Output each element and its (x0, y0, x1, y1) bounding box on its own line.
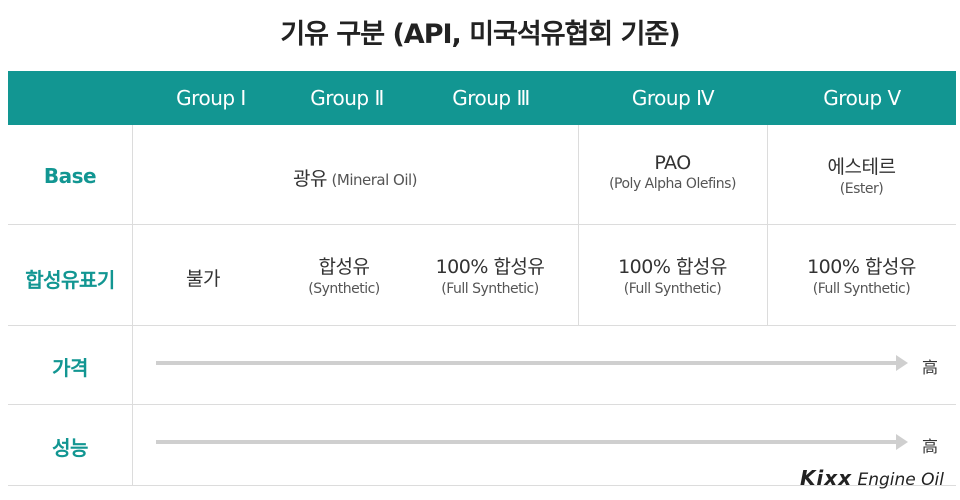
header-group-5: Group Ⅴ (823, 86, 901, 110)
base-ester-sub: (Ester) (839, 181, 884, 197)
base-mineral-sub: (Mineral Oil) (331, 171, 418, 189)
price-arrow-head-icon (896, 355, 908, 371)
header-group-2: Group Ⅱ (310, 86, 384, 110)
header-group-3: Group Ⅲ (452, 86, 530, 110)
base-ester-main: 에스테르 (827, 156, 896, 178)
base-pao-sub: (Poly Alpha Olefins) (609, 176, 736, 192)
price-high-label: 高 (922, 358, 939, 377)
synthetic-cell-group2: 합성유 (Synthetic) (274, 252, 414, 297)
page-title: 기유 구분 (API, 미국석유협회 기준) (280, 19, 680, 50)
header-group-1: Group Ⅰ (176, 86, 246, 110)
price-arrow-line (156, 361, 898, 365)
row-label-price: 가격 (52, 356, 88, 380)
synthetic-group5-main: 100% 합성유 (807, 256, 916, 278)
table-header: Group Ⅰ Group Ⅱ Group Ⅲ Group Ⅳ Group Ⅴ (8, 71, 956, 125)
row-divider-2 (8, 325, 956, 326)
performance-arrow-head-icon (896, 434, 908, 450)
synthetic-group4-sub: (Full Synthetic) (623, 281, 722, 297)
performance-high-label: 高 (922, 437, 939, 456)
synthetic-group2-main: 합성유 (318, 256, 370, 278)
synthetic-cell-group1: 불가 (138, 264, 268, 291)
header-group-4: Group Ⅳ (631, 86, 715, 110)
base-ester-cell: 에스테르 (Ester) (767, 152, 956, 197)
synthetic-group3-main: 100% 합성유 (435, 256, 545, 278)
kixx-logo: Kixx Engine Oil (800, 466, 944, 490)
base-mineral-cell: 광유 (Mineral Oil) (132, 164, 578, 191)
base-pao-cell: PAO (Poly Alpha Olefins) (578, 152, 767, 192)
logo-tagline: Engine Oil (857, 470, 945, 490)
row-divider-1 (8, 224, 956, 225)
synthetic-cell-group4: 100% 합성유 (Full Synthetic) (578, 252, 767, 297)
base-mineral-main: 광유 (292, 168, 327, 190)
synthetic-group5-sub: (Full Synthetic) (812, 281, 911, 297)
row-label-performance: 성능 (52, 436, 88, 460)
synthetic-group4-main: 100% 합성유 (618, 256, 727, 278)
synthetic-group1-main: 불가 (186, 268, 220, 290)
row-label-synthetic: 합성유표기 (25, 268, 115, 292)
row-divider-3 (8, 404, 956, 405)
synthetic-group2-sub: (Synthetic) (308, 281, 380, 297)
row-label-base: Base (43, 164, 97, 188)
synthetic-cell-group5: 100% 합성유 (Full Synthetic) (767, 252, 956, 297)
base-pao-main: PAO (654, 152, 691, 174)
logo-brand: Kixx (799, 466, 853, 490)
synthetic-cell-group3: 100% 합성유 (Full Synthetic) (416, 252, 564, 297)
performance-arrow-line (156, 440, 898, 444)
synthetic-group3-sub: (Full Synthetic) (441, 281, 539, 297)
